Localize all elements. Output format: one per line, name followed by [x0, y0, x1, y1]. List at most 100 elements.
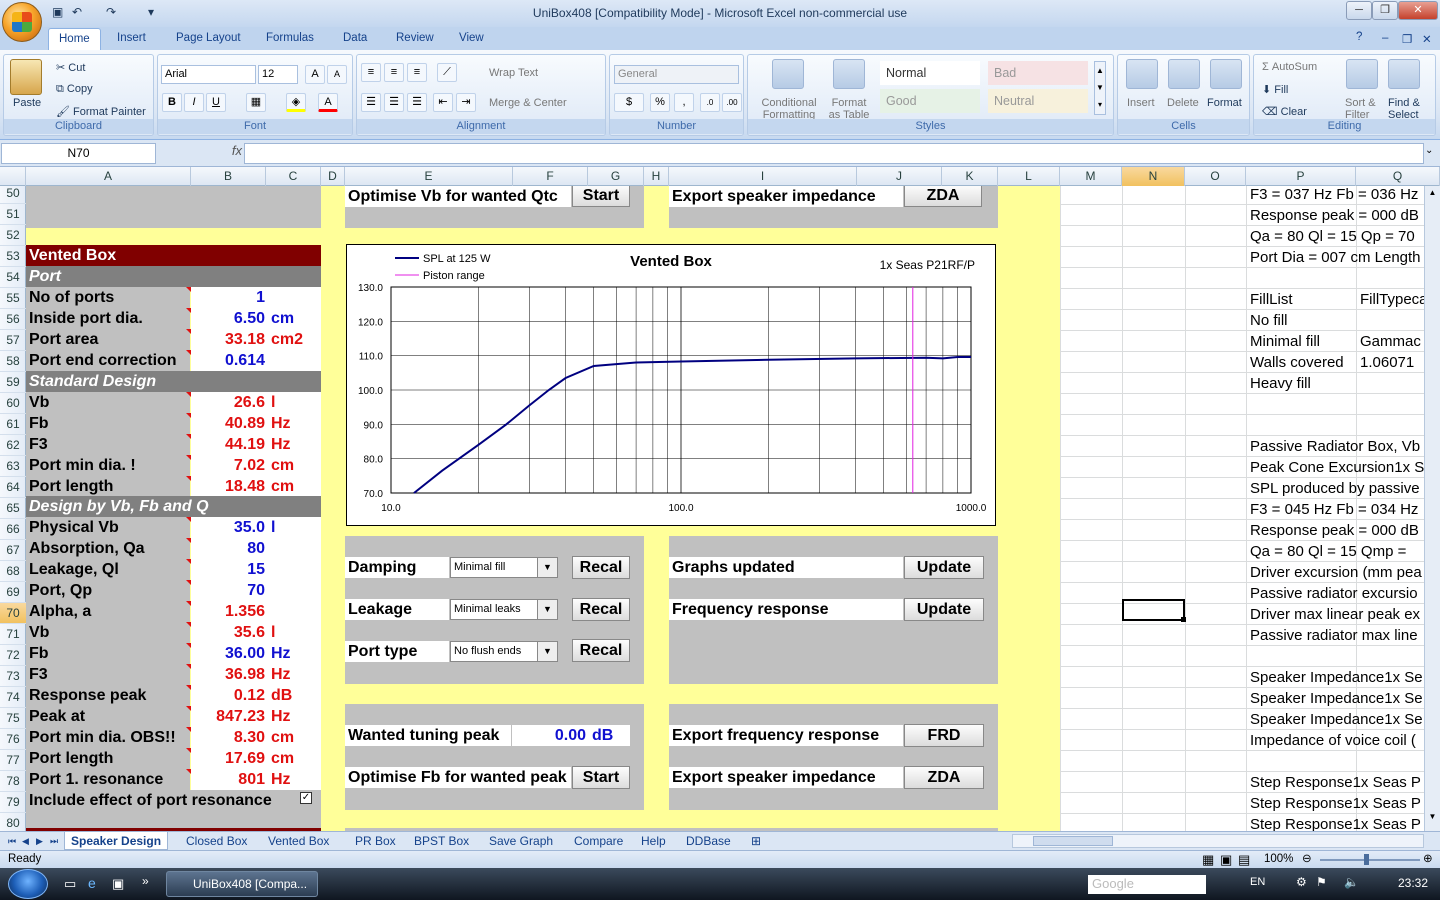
col-header[interactable]: L: [998, 167, 1060, 186]
col-header[interactable]: M: [1060, 167, 1122, 186]
font-color-icon[interactable]: A: [318, 93, 338, 112]
scroll-up-icon[interactable]: ▲: [1426, 188, 1439, 204]
find-select-button[interactable]: Find & Select: [1388, 97, 1420, 121]
zoom-level[interactable]: 100%: [1264, 851, 1293, 868]
tray-volume-icon[interactable]: 🔈: [1344, 875, 1359, 889]
port-type-select[interactable]: No flush ends ▼: [450, 641, 558, 662]
col-header[interactable]: G: [588, 167, 644, 186]
leakage-recal-button[interactable]: Recal: [572, 598, 630, 621]
percent-button[interactable]: %: [650, 93, 670, 112]
include-port-resonance-checkbox[interactable]: ✓: [300, 792, 312, 804]
wrap-text-button[interactable]: Wrap Text: [489, 67, 538, 79]
row-header[interactable]: 62: [0, 435, 26, 456]
col-header[interactable]: P: [1246, 167, 1356, 186]
show-desktop-icon[interactable]: ▭: [64, 876, 76, 892]
ie-icon[interactable]: e: [88, 875, 96, 891]
row-header[interactable]: 59: [0, 372, 26, 393]
param-value[interactable]: 1: [191, 287, 321, 308]
col-header[interactable]: E: [345, 167, 513, 186]
style-neutral[interactable]: Neutral: [988, 89, 1088, 113]
minimize-button[interactable]: ─: [1346, 1, 1372, 20]
insert-cells-icon[interactable]: [1126, 59, 1158, 89]
name-box[interactable]: N70: [1, 143, 156, 164]
col-header[interactable]: A: [26, 167, 191, 186]
horizontal-scrollbar[interactable]: [1012, 834, 1424, 848]
param-value[interactable]: 70: [191, 580, 321, 601]
last-sheet-icon[interactable]: ⏭: [44, 832, 64, 850]
row-header[interactable]: 73: [0, 666, 26, 687]
zoom-out-icon[interactable]: ⊖: [1302, 851, 1312, 868]
param-value[interactable]: 17.69 cm: [191, 748, 321, 769]
cut-button[interactable]: ✂ Cut: [56, 61, 85, 74]
damping-select[interactable]: Minimal fill ▼: [450, 557, 558, 578]
col-header[interactable]: B: [191, 167, 266, 186]
col-header[interactable]: O: [1185, 167, 1246, 186]
fill-handle[interactable]: [1181, 617, 1186, 622]
row-header[interactable]: 64: [0, 477, 26, 498]
tab-data[interactable]: Data: [343, 32, 367, 44]
row-header[interactable]: 67: [0, 540, 26, 561]
redo-icon[interactable]: ↷: [106, 5, 116, 19]
param-value[interactable]: 15: [191, 559, 321, 580]
start-button[interactable]: [8, 869, 48, 899]
underline-button[interactable]: U: [206, 93, 226, 112]
row-header[interactable]: 63: [0, 456, 26, 477]
explorer-icon[interactable]: ▣: [112, 876, 124, 892]
graphs-update-button[interactable]: Update: [904, 556, 984, 579]
row-header[interactable]: 58: [0, 351, 26, 372]
fill-button[interactable]: ⬇ Fill: [1262, 83, 1288, 96]
style-bad[interactable]: Bad: [988, 61, 1088, 85]
page-break-view-icon[interactable]: ▤: [1238, 851, 1250, 868]
styles-scroll[interactable]: ▲ ▼ ▾: [1094, 61, 1106, 115]
row-header[interactable]: 76: [0, 729, 26, 750]
delete-cells-button[interactable]: Delete: [1167, 97, 1199, 109]
param-value[interactable]: 33.18 cm2: [191, 329, 321, 350]
sheet-tab-closed-box[interactable]: Closed Box: [180, 832, 253, 850]
row-header[interactable]: 54: [0, 267, 26, 288]
leakage-select[interactable]: Minimal leaks ▼: [450, 599, 558, 620]
ribbon-restore-icon[interactable]: ❐: [1402, 32, 1412, 46]
copy-button[interactable]: ⧉ Copy: [56, 83, 93, 96]
expand-formula-icon[interactable]: ⌄: [1425, 145, 1433, 156]
row-header[interactable]: 56: [0, 309, 26, 330]
row-header[interactable]: 68: [0, 561, 26, 582]
shrink-font-icon[interactable]: A: [327, 65, 347, 84]
tab-page-layout[interactable]: Page Layout: [176, 32, 241, 44]
currency-icon[interactable]: $: [614, 93, 644, 112]
tab-insert[interactable]: Insert: [117, 32, 146, 44]
row-header[interactable]: 69: [0, 582, 26, 603]
export-impedance-zda-button[interactable]: ZDA: [904, 186, 982, 207]
bold-button[interactable]: B: [162, 93, 182, 112]
fill-color-icon[interactable]: ◈: [286, 93, 306, 112]
damping-recal-button[interactable]: Recal: [572, 556, 630, 579]
decrease-indent-icon[interactable]: ⇤: [433, 93, 453, 112]
col-header[interactable]: Q: [1356, 167, 1440, 186]
param-value[interactable]: 44.19 Hz: [191, 434, 321, 455]
row-header[interactable]: 55: [0, 288, 26, 309]
param-value[interactable]: 7.02 cm: [191, 455, 321, 476]
borders-icon[interactable]: ▦: [246, 93, 266, 112]
row-header[interactable]: 51: [0, 204, 26, 225]
row-header[interactable]: 66: [0, 519, 26, 540]
optimise-fb-start-button[interactable]: Start: [572, 766, 630, 789]
align-bottom-icon[interactable]: ≡: [407, 63, 427, 82]
decrease-decimal-icon[interactable]: .00: [722, 93, 742, 112]
col-header[interactable]: F: [513, 167, 588, 186]
format-as-table-button[interactable]: Format as Table: [820, 97, 878, 121]
param-value[interactable]: 8.30 cm: [191, 727, 321, 748]
align-middle-icon[interactable]: ≡: [384, 63, 404, 82]
italic-button[interactable]: I: [184, 93, 204, 112]
tray-network-icon[interactable]: ⚙: [1296, 875, 1307, 889]
conditional-formatting-icon[interactable]: [772, 59, 804, 89]
binoculars-icon[interactable]: [1388, 59, 1420, 89]
taskbar-excel[interactable]: UniBox408 [Compa...: [166, 871, 318, 897]
row-header[interactable]: 61: [0, 414, 26, 435]
clear-button[interactable]: ⌫ Clear: [1262, 105, 1307, 118]
param-value[interactable]: 801 Hz: [191, 769, 321, 790]
selected-cell-n70[interactable]: [1122, 599, 1185, 621]
tray-icon[interactable]: ⚑: [1316, 875, 1327, 889]
optimise-vb-start-button[interactable]: Start: [572, 186, 630, 207]
sheet-tab-compare[interactable]: Compare: [568, 832, 629, 850]
col-header[interactable]: J: [857, 167, 942, 186]
scroll-down-icon[interactable]: ▼: [1426, 812, 1439, 828]
